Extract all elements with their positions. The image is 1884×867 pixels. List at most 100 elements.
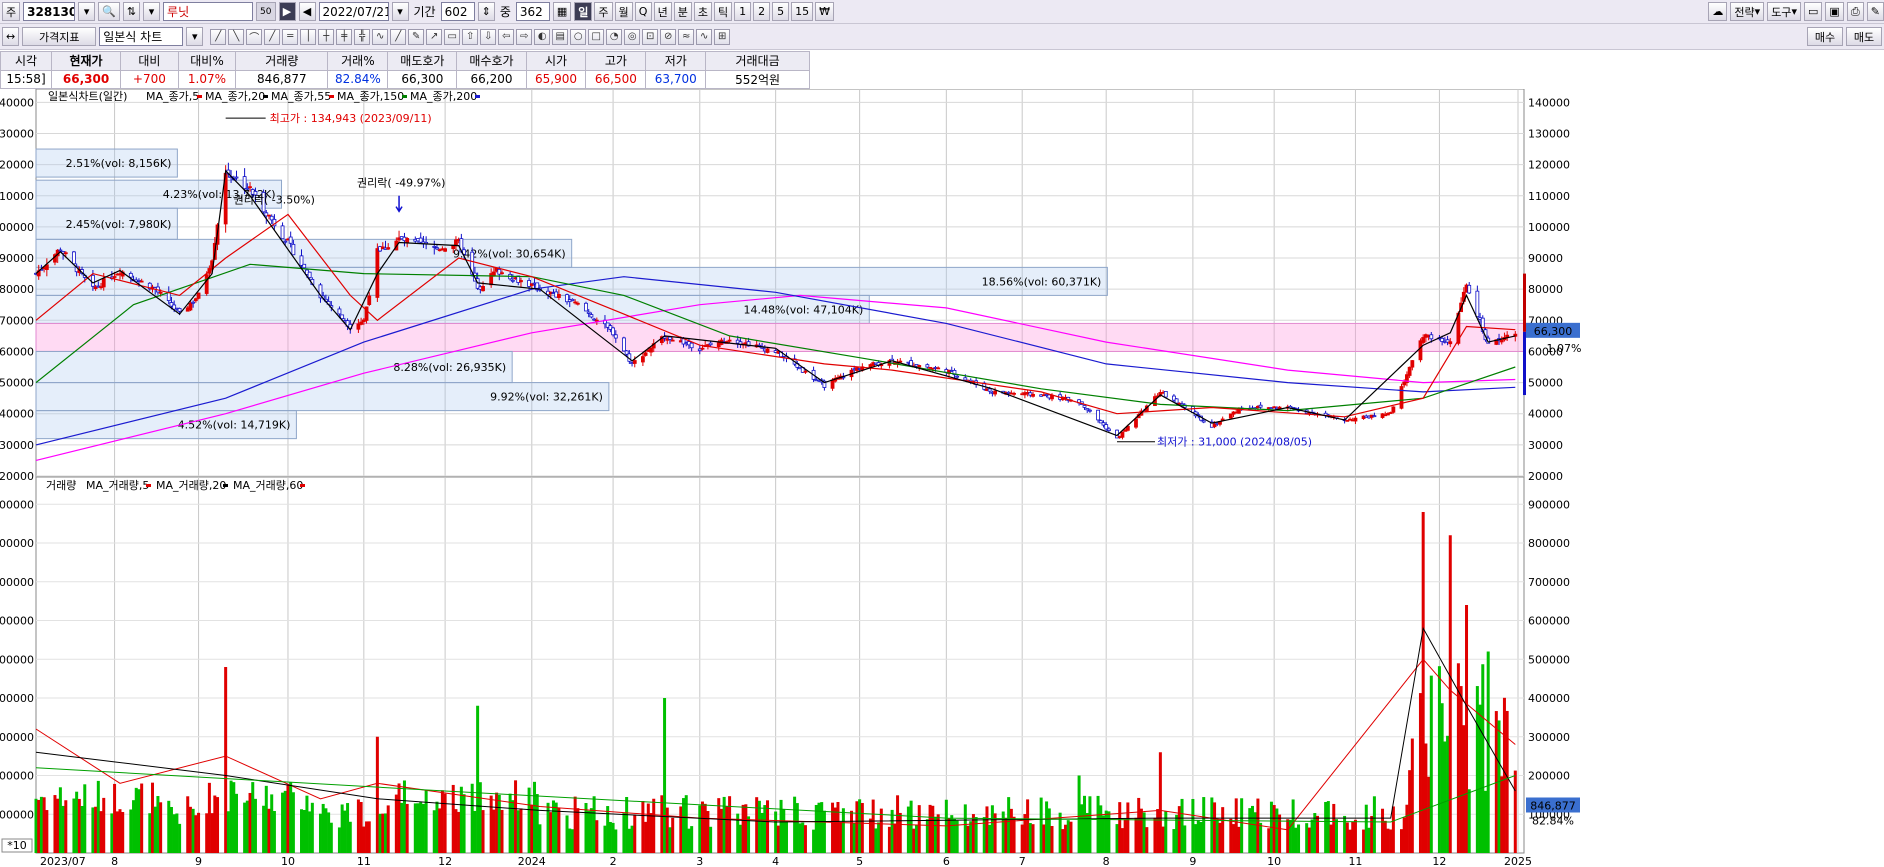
timeframe-button[interactable]: 주 — [594, 2, 613, 21]
volume-bar — [1107, 811, 1111, 853]
draw-left-icon[interactable]: ⇦ — [498, 28, 515, 45]
timeframe-button[interactable]: 월 — [614, 2, 633, 21]
print-icon[interactable]: ⎙ — [1846, 2, 1864, 21]
volume-bar — [1137, 797, 1141, 853]
candle-body — [640, 356, 645, 363]
draw-table-icon[interactable]: ⊞ — [714, 28, 731, 45]
volume-bar — [1183, 825, 1187, 853]
volume-bar — [1427, 776, 1431, 853]
draw-pie-icon[interactable]: ◔ — [606, 28, 623, 45]
timeframe-button[interactable]: 일 — [574, 2, 593, 21]
volume-bar — [644, 821, 648, 853]
chart-type-dropdown-icon[interactable]: ▾ — [186, 27, 204, 46]
draw-arrow-icon[interactable]: ↗ — [426, 28, 443, 45]
price-volume-chart[interactable]: 2023/07 8 9 10 11 12 2024 2 3 4 5 6 7 8 9 10 11 12 2025 200… — [0, 89, 1884, 867]
draw-rect-icon[interactable]: ▭ — [444, 28, 461, 45]
draw-fib-icon[interactable]: ╪ — [336, 28, 353, 45]
timeframe-button[interactable]: ₩ — [815, 2, 835, 21]
draw-band-icon[interactable]: ▤ — [552, 28, 569, 45]
timeframe-button[interactable]: 년 — [653, 2, 672, 21]
price-axis-label-right: 100000 — [1528, 221, 1570, 234]
draw-wave2-icon[interactable]: ≈ — [678, 28, 695, 45]
draw-hline-icon[interactable]: ═ — [282, 28, 299, 45]
draw-line-down-icon[interactable]: ╲ — [228, 28, 245, 45]
date-field[interactable]: 2022/07/21 — [318, 2, 389, 21]
volume-bar — [1462, 725, 1466, 853]
draw-target-icon[interactable]: ◎ — [624, 28, 641, 45]
draw-wave-icon[interactable]: ∿ — [372, 28, 389, 45]
draw-cycle-icon[interactable]: ◐ — [534, 28, 551, 45]
volume-bar — [728, 796, 732, 853]
volume-bar — [871, 799, 875, 853]
volume-bar — [1483, 790, 1487, 853]
timeframe-button[interactable]: 2 — [753, 2, 771, 21]
strategy-button[interactable]: 전략 ▾ — [1730, 2, 1765, 21]
collapse-icon[interactable]: ↔ — [2, 27, 20, 46]
wrench-icon[interactable]: ✎ — [1866, 2, 1884, 21]
draw-square-icon[interactable]: □ — [588, 28, 605, 45]
volume-bar — [877, 822, 881, 853]
play-icon[interactable]: ▶ — [278, 2, 296, 21]
draw-cross-icon[interactable]: ┼ — [318, 28, 335, 45]
volume-bar — [224, 667, 228, 853]
chart-type-select[interactable]: 일본식 차트 — [99, 27, 184, 46]
cloud-icon[interactable]: ☁ — [1708, 2, 1728, 21]
volume-profile-label: 8.28%(vol: 26,935K) — [393, 361, 506, 374]
timeframe-button[interactable]: 1 — [734, 2, 752, 21]
market-select[interactable]: 주 — [2, 2, 21, 21]
timeframe-button[interactable]: 분 — [673, 2, 692, 21]
draw-circle-icon[interactable]: ○ — [570, 28, 587, 45]
period-field[interactable]: 602 — [440, 2, 475, 21]
timeframe-button[interactable]: 15 — [791, 2, 814, 21]
draw-right-icon[interactable]: ⇨ — [516, 28, 533, 45]
timeframe-button[interactable]: 틱 — [714, 2, 733, 21]
buy-label: 매수 — [1814, 30, 1836, 44]
draw-wave3-icon[interactable]: ∿ — [696, 28, 713, 45]
tools-button[interactable]: 도구 ▾ — [1767, 2, 1801, 21]
buy-button[interactable]: 매수 — [1807, 27, 1843, 46]
timeframe-button[interactable]: 초 — [693, 2, 713, 21]
draw-ray-icon[interactable]: ╱ — [264, 28, 281, 45]
draw-pen-icon[interactable]: ✎ — [408, 28, 425, 45]
draw-trend-icon[interactable]: ╱ — [390, 28, 407, 45]
stock-name-field[interactable]: 루닛 — [163, 2, 254, 21]
volume-bar — [243, 802, 247, 853]
draw-up-icon[interactable]: ⇧ — [462, 28, 479, 45]
sort-icon[interactable]: ⇅ — [122, 2, 141, 21]
timeframe-button[interactable]: 5 — [772, 2, 790, 21]
draw-grid-icon[interactable]: ╬ — [354, 28, 371, 45]
indicator-button[interactable]: 가격지표 — [22, 27, 97, 46]
toolbar-drawing: ↔ 가격지표 일본식 차트 ▾ ╱ ╲ ⌒ ╱ ═ │ ┼ ╪ ╬ ∿ ╱ ✎ ↗ ▭ ⇧ ⇩ ⇦ ⇨ ◐ ▤ ○ □ ◔ ◎… — [0, 24, 1884, 50]
timeframe-button[interactable]: Q — [634, 2, 652, 21]
volume-bar — [470, 783, 474, 853]
quote-volume: 846,877 — [235, 69, 329, 89]
draw-frame-icon[interactable]: ⊡ — [642, 28, 659, 45]
volume-bar — [719, 808, 723, 853]
volume-bar — [432, 810, 436, 853]
price-range-bar-down — [1523, 331, 1526, 396]
draw-vline-icon[interactable]: │ — [300, 28, 317, 45]
save-icon[interactable]: ▣ — [1825, 2, 1844, 21]
mid-field[interactable]: 362 — [515, 2, 550, 21]
stock-code-field[interactable]: 328130 — [23, 2, 76, 21]
volume-bar — [1278, 814, 1282, 853]
search-icon[interactable]: 🔍 — [98, 2, 120, 21]
date-dropdown-icon[interactable]: ▾ — [391, 2, 409, 21]
list-dropdown-icon[interactable]: ▾ — [143, 2, 161, 21]
chart-type-icon[interactable]: ▦ — [552, 2, 572, 21]
draw-line-icon[interactable]: ╱ — [210, 28, 227, 45]
volume-bar — [549, 812, 553, 853]
draw-arc-icon[interactable]: ⌒ — [246, 28, 263, 45]
volume-bar — [1391, 806, 1395, 853]
sell-button[interactable]: 매도 — [1846, 27, 1882, 46]
volume-bar — [1305, 823, 1309, 853]
volume-bar — [947, 818, 951, 853]
volume-profile-label: 9.42%(vol: 30,654K) — [453, 247, 566, 260]
draw-delete-icon[interactable]: ⊘ — [660, 28, 677, 45]
folder-icon[interactable]: ▭ — [1803, 2, 1823, 21]
prev-icon[interactable]: ◀ — [298, 2, 316, 21]
spin-icon[interactable]: ⇕ — [477, 2, 495, 21]
draw-down-icon[interactable]: ⇩ — [480, 28, 497, 45]
volume-bar — [56, 798, 60, 853]
code-dropdown-icon[interactable]: ▾ — [78, 2, 96, 21]
